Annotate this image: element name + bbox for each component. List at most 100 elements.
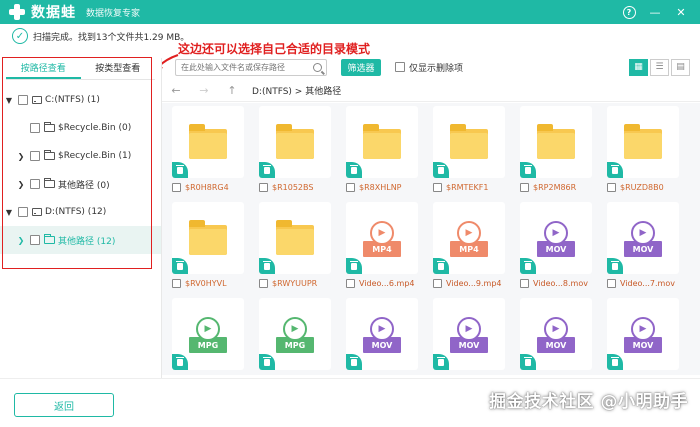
file-thumbnail[interactable]: ▶ MPG <box>172 298 244 370</box>
file-checkbox[interactable] <box>172 183 181 192</box>
file-card[interactable]: $RMTEKF1 <box>433 106 505 192</box>
file-thumbnail[interactable] <box>259 106 331 178</box>
file-checkbox[interactable] <box>259 183 268 192</box>
back-button[interactable]: 返回 <box>14 393 114 417</box>
file-card[interactable]: ▶ MOV Video...7.mov <box>607 202 679 288</box>
deleted-trash-icon <box>346 162 362 178</box>
file-checkbox[interactable] <box>259 279 268 288</box>
chevron-right-icon[interactable]: ❯ <box>16 152 26 161</box>
file-thumbnail[interactable]: ▶ MOV <box>607 298 679 370</box>
tree-checkbox[interactable] <box>30 179 40 189</box>
file-card[interactable]: $R0H8RG4 <box>172 106 244 192</box>
search-input[interactable] <box>181 62 306 72</box>
file-thumbnail[interactable]: ▶ MOV <box>433 298 505 370</box>
file-name: $RUZD8B0 <box>620 183 664 192</box>
list-view-icon[interactable]: ☰ <box>650 58 669 76</box>
tree-checkbox[interactable] <box>30 235 40 245</box>
file-card[interactable]: $RWYUUPR <box>259 202 331 288</box>
deleted-trash-icon <box>607 354 623 370</box>
close-button[interactable]: ✕ <box>674 5 688 19</box>
file-card[interactable]: ▶ MOV <box>607 298 679 375</box>
file-checkbox[interactable] <box>433 279 442 288</box>
chevron-right-icon[interactable]: ❯ <box>16 180 26 189</box>
grid-view-icon[interactable]: ▦ <box>629 58 648 76</box>
file-thumbnail[interactable] <box>520 106 592 178</box>
tree-node-other-paths[interactable]: ❯ 其他路径 (12) <box>0 226 161 254</box>
file-card[interactable]: ▶ MOV <box>346 298 418 375</box>
tree-checkbox[interactable] <box>30 123 40 133</box>
chevron-right-icon[interactable]: ❯ <box>16 236 26 245</box>
file-thumbnail[interactable]: ▶ MOV <box>520 202 592 274</box>
file-checkbox[interactable] <box>607 183 616 192</box>
drive-icon <box>32 96 42 104</box>
file-thumbnail[interactable] <box>172 106 244 178</box>
only-deleted-toggle[interactable]: 仅显示删除项 <box>395 61 463 74</box>
tree-checkbox[interactable] <box>18 95 28 105</box>
tree-checkbox[interactable] <box>18 207 28 217</box>
file-card[interactable]: $R8XHLNP <box>346 106 418 192</box>
help-button[interactable]: ? <box>622 5 636 19</box>
file-checkbox[interactable] <box>520 279 529 288</box>
only-deleted-checkbox[interactable] <box>395 62 405 72</box>
video-file-icon: ▶ MPG <box>276 317 314 353</box>
chevron-down-icon[interactable]: ▼ <box>4 208 14 217</box>
file-thumbnail[interactable] <box>172 202 244 274</box>
file-card[interactable]: ▶ MPG <box>259 298 331 375</box>
file-card[interactable]: $RP2M86R <box>520 106 592 192</box>
tree-node-other-paths[interactable]: ❯ 其他路径 (0) <box>0 170 161 198</box>
file-card[interactable]: $RV0HYVL <box>172 202 244 288</box>
file-card[interactable]: $R1052BS <box>259 106 331 192</box>
file-thumbnail[interactable]: ▶ MP4 <box>433 202 505 274</box>
tree-node-d-drive[interactable]: ▼ D:(NTFS) (12) <box>0 198 161 226</box>
file-card[interactable]: ▶ MOV <box>520 298 592 375</box>
file-card[interactable]: ▶ MOV <box>433 298 505 375</box>
tab-by-path[interactable]: 按路径查看 <box>6 58 81 79</box>
left-panel: 按路径查看 按类型查看 ▼ C:(NTFS) (1) $Recycle.Bin … <box>0 58 162 378</box>
file-thumbnail[interactable] <box>346 106 418 178</box>
file-thumbnail[interactable] <box>607 106 679 178</box>
file-card[interactable]: $RUZD8B0 <box>607 106 679 192</box>
file-checkbox[interactable] <box>520 183 529 192</box>
tree-node-recycle-bin[interactable]: ❯ $Recycle.Bin (1) <box>0 142 161 170</box>
file-card[interactable]: ▶ MP4 Video...9.mp4 <box>433 202 505 288</box>
search-box[interactable] <box>175 58 327 76</box>
file-thumbnail[interactable]: ▶ MPG <box>259 298 331 370</box>
navigation-bar: ← → ↑ D:(NTFS) > 其他路径 <box>162 80 700 102</box>
tree-checkbox[interactable] <box>30 151 40 161</box>
file-name: $R8XHLNP <box>359 183 402 192</box>
deleted-trash-icon <box>520 354 536 370</box>
play-icon: ▶ <box>544 317 568 341</box>
file-checkbox[interactable] <box>433 183 442 192</box>
file-card[interactable]: ▶ MOV Video...8.mov <box>520 202 592 288</box>
file-card[interactable]: ▶ MPG <box>172 298 244 375</box>
file-checkbox[interactable] <box>607 279 616 288</box>
file-thumbnail[interactable]: ▶ MOV <box>520 298 592 370</box>
folder-icon <box>44 122 55 132</box>
file-checkbox[interactable] <box>346 279 355 288</box>
forward-arrow-icon[interactable]: → <box>190 84 218 97</box>
tree-node-recycle-bin[interactable]: $Recycle.Bin (0) <box>0 114 161 142</box>
file-caption: $R8XHLNP <box>346 183 418 192</box>
detail-view-icon[interactable]: ▤ <box>671 58 690 76</box>
app-name: 数据蛙 <box>31 5 76 21</box>
filter-button[interactable]: 筛选器 <box>341 58 381 76</box>
file-thumbnail[interactable]: ▶ MOV <box>346 298 418 370</box>
play-icon: ▶ <box>370 317 394 341</box>
tree-node-c-drive[interactable]: ▼ C:(NTFS) (1) <box>0 86 161 114</box>
play-icon: ▶ <box>631 317 655 341</box>
file-thumbnail[interactable]: ▶ MP4 <box>346 202 418 274</box>
tab-by-type[interactable]: 按类型查看 <box>81 58 156 79</box>
deleted-trash-icon <box>346 354 362 370</box>
search-icon[interactable] <box>313 62 322 72</box>
chevron-down-icon[interactable]: ▼ <box>4 96 14 105</box>
file-checkbox[interactable] <box>346 183 355 192</box>
file-checkbox[interactable] <box>172 279 181 288</box>
deleted-trash-icon <box>433 162 449 178</box>
up-arrow-icon[interactable]: ↑ <box>218 84 246 97</box>
back-arrow-icon[interactable]: ← <box>162 84 190 97</box>
file-card[interactable]: ▶ MP4 Video...6.mp4 <box>346 202 418 288</box>
file-thumbnail[interactable] <box>433 106 505 178</box>
minimize-button[interactable]: — <box>648 5 662 19</box>
file-thumbnail[interactable] <box>259 202 331 274</box>
file-thumbnail[interactable]: ▶ MOV <box>607 202 679 274</box>
